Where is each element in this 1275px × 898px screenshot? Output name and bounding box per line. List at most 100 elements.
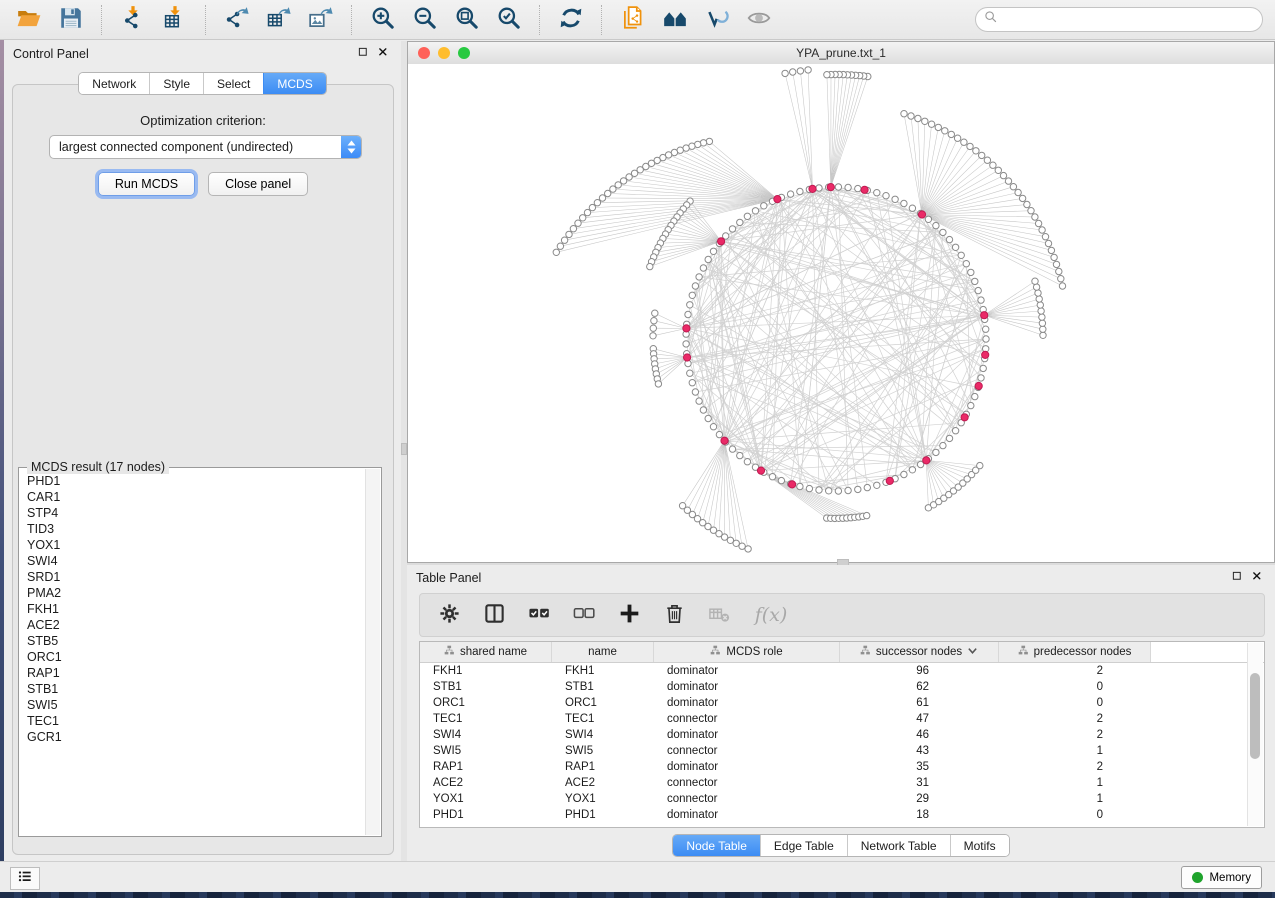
mcds-result-item[interactable]: RAP1 <box>19 665 365 681</box>
table-row[interactable]: SWI4SWI4dominator462 <box>420 727 1264 743</box>
tab-network[interactable]: Network <box>79 73 149 94</box>
mcds-result-item[interactable]: STB5 <box>19 633 365 649</box>
network-satellite-nodes[interactable] <box>553 67 1066 552</box>
network-node <box>745 546 751 552</box>
first-neighbors-button[interactable] <box>654 3 696 37</box>
tab-edge-table[interactable]: Edge Table <box>760 835 847 856</box>
mcds-result-item[interactable]: TID3 <box>19 521 365 537</box>
mcds-result-item[interactable]: SWI5 <box>19 697 365 713</box>
export-table-button[interactable] <box>258 3 300 37</box>
close-panel-icon[interactable] <box>1252 569 1263 587</box>
column-header-name[interactable]: name <box>552 642 654 662</box>
table-row[interactable]: FKH1FKH1dominator962 <box>420 663 1264 679</box>
table-scrollbar-thumb[interactable] <box>1250 673 1260 759</box>
automation-panel-button[interactable] <box>10 867 40 890</box>
optimization-criterion-select[interactable]: largest connected component (undirected) <box>49 135 362 159</box>
zoom-fit-button[interactable] <box>446 3 488 37</box>
tab-node-table[interactable]: Node Table <box>673 835 760 856</box>
network-node <box>1019 195 1025 201</box>
mcds-result-item[interactable]: STP4 <box>19 505 365 521</box>
tab-style[interactable]: Style <box>149 73 203 94</box>
tab-select[interactable]: Select <box>203 73 263 94</box>
zoom-selected-icon <box>496 5 522 34</box>
network-search-box[interactable] <box>975 7 1263 32</box>
table-row[interactable]: RAP1RAP1dominator352 <box>420 759 1264 775</box>
mcds-result-item[interactable]: PMA2 <box>19 585 365 601</box>
mcds-result-item[interactable]: FKH1 <box>19 601 365 617</box>
zoom-in-button[interactable] <box>362 3 404 37</box>
mcds-result-item[interactable]: ORC1 <box>19 649 365 665</box>
network-node <box>787 191 793 197</box>
table-row[interactable]: YOX1YOX1connector291 <box>420 791 1264 807</box>
mcds-node <box>757 467 764 474</box>
mcds-node <box>721 437 728 444</box>
share-network-document-button[interactable] <box>612 3 654 37</box>
show-hide-graphics-button[interactable] <box>738 3 780 37</box>
table-row[interactable]: TEC1TEC1connector472 <box>420 711 1264 727</box>
network-node <box>975 287 981 293</box>
column-header-MCDS-role[interactable]: MCDS role <box>654 642 840 662</box>
export-image-button[interactable] <box>300 3 342 37</box>
mcds-result-item[interactable]: TEC1 <box>19 713 365 729</box>
mcds-result-item[interactable]: SWI4 <box>19 553 365 569</box>
table-row[interactable]: PHD1PHD1dominator180 <box>420 807 1264 823</box>
table-scrollbar[interactable] <box>1247 643 1263 826</box>
cell-name: ORC1 <box>552 697 654 709</box>
column-header-predecessor-nodes[interactable]: predecessor nodes <box>999 642 1151 662</box>
mcds-result-item[interactable]: GCR1 <box>19 729 365 745</box>
column-layout-button[interactable] <box>481 602 507 628</box>
zoom-selected-button[interactable] <box>488 3 530 37</box>
import-network-button[interactable] <box>112 3 154 37</box>
tab-motifs[interactable]: Motifs <box>950 835 1009 856</box>
export-network-button[interactable] <box>216 3 258 37</box>
network-canvas[interactable] <box>408 64 1274 562</box>
cell-predecessor-nodes: 1 <box>999 745 1151 757</box>
style-visibility-button[interactable] <box>696 3 738 37</box>
table-row[interactable]: STB1STB1dominator620 <box>420 679 1264 695</box>
mcds-result-item[interactable]: YOX1 <box>19 537 365 553</box>
mcds-tab-content: Optimization criterion: largest connecte… <box>12 84 394 855</box>
import-table-button[interactable] <box>154 3 196 37</box>
zoom-out-button[interactable] <box>404 3 446 37</box>
network-node <box>797 68 803 74</box>
float-panel-icon[interactable] <box>358 45 369 63</box>
close-panel-button[interactable]: Close panel <box>208 172 308 196</box>
table-row[interactable]: ORC1ORC1dominator610 <box>420 695 1264 711</box>
sort-descending-icon <box>967 645 978 659</box>
mcds-result-item[interactable]: PHD1 <box>19 473 365 489</box>
tab-mcds[interactable]: MCDS <box>263 73 325 94</box>
mcds-result-item[interactable]: STB1 <box>19 681 365 697</box>
delete-column-button[interactable] <box>661 602 687 628</box>
column-header-successor-nodes[interactable]: successor nodes <box>840 642 999 662</box>
table-panel-title: Table Panel <box>416 571 481 585</box>
mcds-result-list[interactable]: PHD1CAR1STP4TID3YOX1SWI4SRD1PMA2FKH1ACE2… <box>19 473 365 835</box>
table-settings-gear-button[interactable] <box>436 602 462 628</box>
cell-predecessor-nodes: 0 <box>999 809 1151 821</box>
table-row[interactable]: ACE2ACE2connector311 <box>420 775 1264 791</box>
network-window-titlebar[interactable]: YPA_prune.txt_1 <box>408 42 1274 65</box>
mcds-result-item[interactable]: CAR1 <box>19 489 365 505</box>
cell-shared-name: ACE2 <box>420 777 552 789</box>
toolbar-separator <box>205 5 207 35</box>
save-session-button[interactable] <box>50 3 92 37</box>
deselect-all-rows-button[interactable] <box>571 602 597 628</box>
network-node <box>1051 254 1057 260</box>
refresh-layout-button[interactable] <box>550 3 592 37</box>
mcds-result-scrollbar[interactable] <box>365 469 380 835</box>
memory-button[interactable]: Memory <box>1181 866 1262 889</box>
column-header-shared-name[interactable]: shared name <box>420 642 552 662</box>
network-node <box>909 467 915 473</box>
select-all-rows-button[interactable] <box>526 602 552 628</box>
float-panel-icon[interactable] <box>1232 569 1243 587</box>
mcds-result-item[interactable]: SRD1 <box>19 569 365 585</box>
run-mcds-button[interactable]: Run MCDS <box>98 172 195 196</box>
close-panel-icon[interactable] <box>378 45 389 63</box>
network-search-input[interactable] <box>1004 12 1262 28</box>
add-column-button[interactable] <box>616 602 642 628</box>
cell-predecessor-nodes: 2 <box>999 665 1151 677</box>
mcds-result-item[interactable]: ACE2 <box>19 617 365 633</box>
tab-network-table[interactable]: Network Table <box>847 835 950 856</box>
table-row[interactable]: SWI5SWI5connector431 <box>420 743 1264 759</box>
open-session-button[interactable] <box>8 3 50 37</box>
network-node <box>1039 314 1045 320</box>
